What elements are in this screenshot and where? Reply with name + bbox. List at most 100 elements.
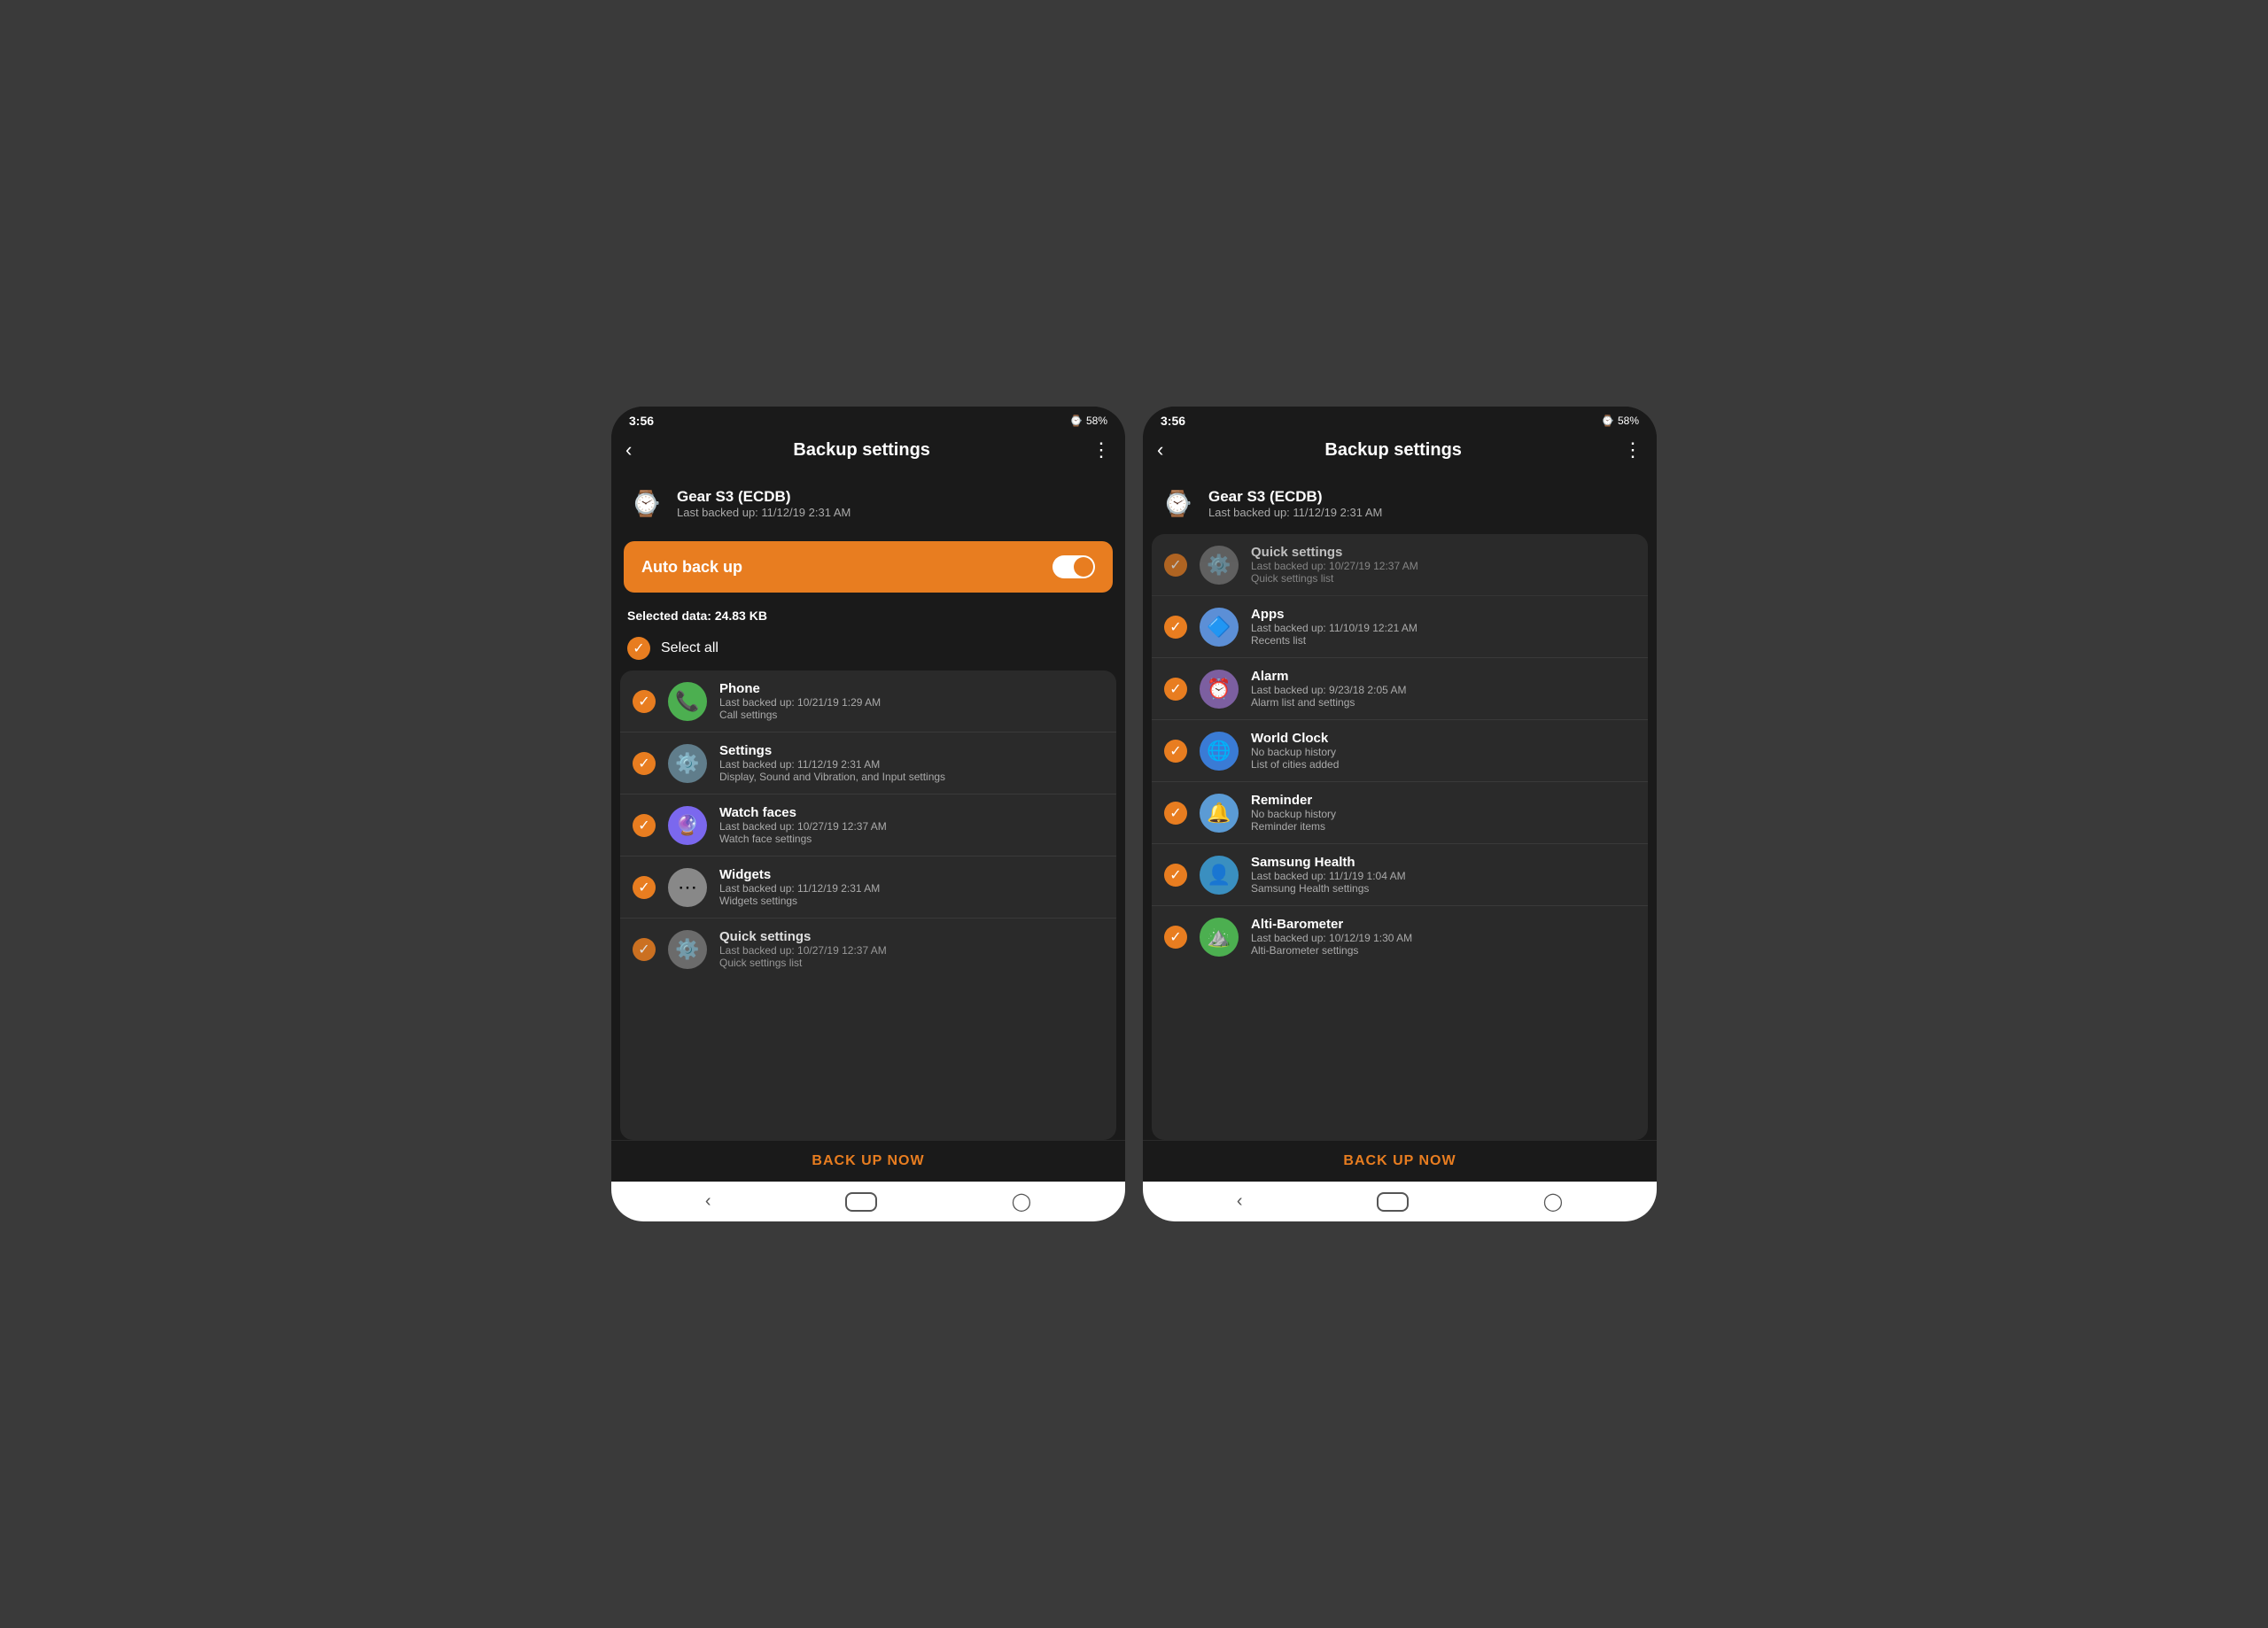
device-backup-time-2: Last backed up: 11/12/19 2:31 AM [1208, 506, 1382, 519]
desc-reminder: Reminder items [1251, 820, 1635, 833]
screen-2: 3:56 ⌚ 58% ‹ Backup settings ⋮ ⌚ Gear S3… [1143, 407, 1657, 1221]
backup-time-qs2: Last backed up: 10/27/19 12:37 AM [1251, 560, 1635, 572]
list-item-phone[interactable]: ✓ 📞 Phone Last backed up: 10/21/19 1:29 … [620, 671, 1116, 733]
back-up-now-button-1[interactable]: BACK UP NOW [812, 1153, 924, 1169]
name-worldclock: World Clock [1251, 731, 1635, 746]
info-phone: Phone Last backed up: 10/21/19 1:29 AM C… [719, 681, 1104, 721]
status-icons-2: ⌚ 58% [1601, 415, 1639, 427]
check-qs2: ✓ [1164, 554, 1187, 577]
device-info-2: ⌚ Gear S3 (ECDB) Last backed up: 11/12/1… [1143, 472, 1657, 534]
info-settings: Settings Last backed up: 11/12/19 2:31 A… [719, 743, 1104, 783]
list-item-apps[interactable]: ✓ 🔷 Apps Last backed up: 11/10/19 12:21 … [1152, 596, 1648, 658]
info-widgets: Widgets Last backed up: 11/12/19 2:31 AM… [719, 867, 1104, 907]
select-all-check-1: ✓ [627, 637, 650, 660]
backup-time-settings: Last backed up: 11/12/19 2:31 AM [719, 758, 1104, 771]
desc-phone: Call settings [719, 709, 1104, 721]
name-alarm: Alarm [1251, 669, 1635, 684]
select-all-row-1[interactable]: ✓ Select all [611, 628, 1125, 671]
auto-backup-label-1: Auto back up [641, 558, 742, 577]
battery-1: 58% [1086, 415, 1107, 427]
list-item-settings[interactable]: ✓ ⚙️ Settings Last backed up: 11/12/19 2… [620, 733, 1116, 795]
backup-time-quicksettings: Last backed up: 10/27/19 12:37 AM [719, 944, 1104, 957]
status-time-1: 3:56 [629, 414, 654, 428]
selected-data-1: Selected data: 24.83 KB [611, 601, 1125, 628]
check-phone: ✓ [633, 690, 656, 713]
name-qs2: Quick settings [1251, 545, 1635, 560]
device-icon-2: ⌚ [1159, 485, 1196, 522]
backup-time-widgets: Last backed up: 11/12/19 2:31 AM [719, 882, 1104, 895]
icon-health: 👤 [1200, 856, 1239, 895]
device-icon-1: ⌚ [627, 485, 664, 522]
backup-time-alarm: Last backed up: 9/23/18 2:05 AM [1251, 684, 1635, 696]
check-worldclock: ✓ [1164, 740, 1187, 763]
toggle-switch-1[interactable] [1052, 555, 1095, 578]
nav-recents-2[interactable]: ◯ [1543, 1190, 1563, 1213]
nav-recents-1[interactable]: ◯ [1012, 1190, 1031, 1213]
list-item-altibarometer[interactable]: ✓ ⛰️ Alti-Barometer Last backed up: 10/1… [1152, 906, 1648, 967]
backup-time-phone: Last backed up: 10/21/19 1:29 AM [719, 696, 1104, 709]
toggle-knob-1 [1074, 557, 1093, 577]
list-item-quicksettings[interactable]: ✓ ⚙️ Quick settings Last backed up: 10/2… [620, 919, 1116, 980]
desc-apps: Recents list [1251, 634, 1635, 647]
name-widgets: Widgets [719, 867, 1104, 882]
name-altibarometer: Alti-Barometer [1251, 917, 1635, 932]
back-button-2[interactable]: ‹ [1157, 438, 1163, 461]
icon-quicksettings: ⚙️ [668, 930, 707, 969]
check-health: ✓ [1164, 864, 1187, 887]
list-item-reminder[interactable]: ✓ 🔔 Reminder No backup history Reminder … [1152, 782, 1648, 844]
watch-icon-1: ⌚ [1069, 415, 1083, 427]
status-time-2: 3:56 [1161, 414, 1185, 428]
list-item-health[interactable]: ✓ 👤 Samsung Health Last backed up: 11/1/… [1152, 844, 1648, 906]
name-watchfaces: Watch faces [719, 805, 1104, 820]
icon-altibarometer: ⛰️ [1200, 918, 1239, 957]
icon-widgets: ⋯ [668, 868, 707, 907]
back-up-now-button-2[interactable]: BACK UP NOW [1343, 1153, 1456, 1169]
page-title-2: Backup settings [1324, 440, 1461, 461]
name-health: Samsung Health [1251, 855, 1635, 870]
nav-bar-1: ‹ ◯ [611, 1182, 1125, 1221]
battery-2: 58% [1618, 415, 1639, 427]
info-worldclock: World Clock No backup history List of ci… [1251, 731, 1635, 771]
icon-apps: 🔷 [1200, 608, 1239, 647]
select-all-label-1: Select all [661, 640, 718, 656]
name-settings: Settings [719, 743, 1104, 758]
items-list-2: ✓ ⚙️ Quick settings Last backed up: 10/2… [1152, 534, 1648, 1140]
check-widgets: ✓ [633, 876, 656, 899]
status-bar-2: 3:56 ⌚ 58% [1143, 407, 1657, 431]
status-icons-1: ⌚ 58% [1069, 415, 1107, 427]
info-health: Samsung Health Last backed up: 11/1/19 1… [1251, 855, 1635, 895]
list-item-worldclock[interactable]: ✓ 🌐 World Clock No backup history List o… [1152, 720, 1648, 782]
back-button-1[interactable]: ‹ [625, 438, 632, 461]
info-altibarometer: Alti-Barometer Last backed up: 10/12/19 … [1251, 917, 1635, 957]
list-item-widgets[interactable]: ✓ ⋯ Widgets Last backed up: 11/12/19 2:3… [620, 857, 1116, 919]
desc-worldclock: List of cities added [1251, 758, 1635, 771]
bottom-bar-1: BACK UP NOW [611, 1140, 1125, 1182]
nav-home-2[interactable] [1377, 1192, 1409, 1212]
name-phone: Phone [719, 681, 1104, 696]
nav-back-1[interactable]: ‹ [705, 1191, 711, 1212]
nav-home-1[interactable] [845, 1192, 877, 1212]
info-watchfaces: Watch faces Last backed up: 10/27/19 12:… [719, 805, 1104, 845]
check-altibarometer: ✓ [1164, 926, 1187, 949]
backup-time-worldclock: No backup history [1251, 746, 1635, 758]
check-quicksettings: ✓ [633, 938, 656, 961]
desc-watchfaces: Watch face settings [719, 833, 1104, 845]
check-reminder: ✓ [1164, 802, 1187, 825]
desc-settings: Display, Sound and Vibration, and Input … [719, 771, 1104, 783]
check-apps: ✓ [1164, 616, 1187, 639]
auto-backup-toggle-1[interactable]: Auto back up [624, 541, 1113, 593]
status-bar-1: 3:56 ⌚ 58% [611, 407, 1125, 431]
items-list-1: ✓ 📞 Phone Last backed up: 10/21/19 1:29 … [620, 671, 1116, 1140]
check-watchfaces: ✓ [633, 814, 656, 837]
desc-alarm: Alarm list and settings [1251, 696, 1635, 709]
more-options-2[interactable]: ⋮ [1623, 438, 1643, 461]
more-options-1[interactable]: ⋮ [1091, 438, 1111, 461]
device-name-2: Gear S3 (ECDB) [1208, 488, 1382, 506]
desc-health: Samsung Health settings [1251, 882, 1635, 895]
nav-back-2[interactable]: ‹ [1237, 1191, 1243, 1212]
backup-time-reminder: No backup history [1251, 808, 1635, 820]
nav-bar-2: ‹ ◯ [1143, 1182, 1657, 1221]
list-item-watchfaces[interactable]: ✓ 🔮 Watch faces Last backed up: 10/27/19… [620, 795, 1116, 857]
list-item-qs2[interactable]: ✓ ⚙️ Quick settings Last backed up: 10/2… [1152, 534, 1648, 596]
list-item-alarm[interactable]: ✓ ⏰ Alarm Last backed up: 9/23/18 2:05 A… [1152, 658, 1648, 720]
